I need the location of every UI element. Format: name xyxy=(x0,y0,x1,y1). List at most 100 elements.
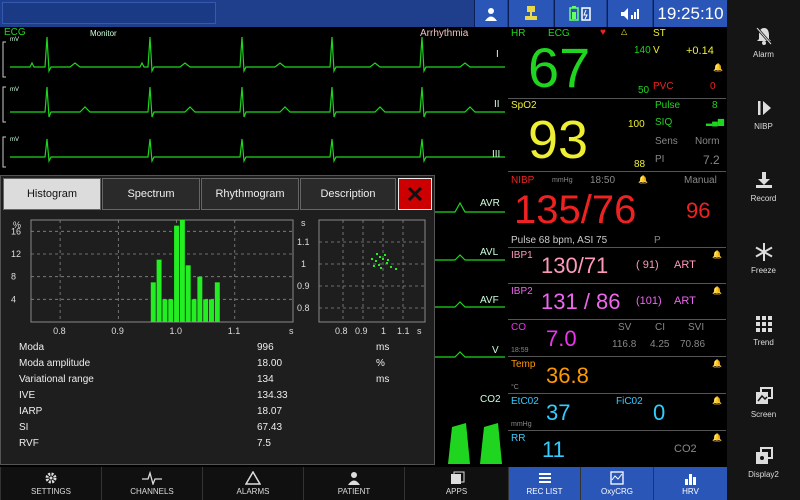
lead-v-label: V xyxy=(492,345,499,356)
stat-name: Variational range xyxy=(19,374,94,385)
ibp1-label: IBP1 xyxy=(511,250,533,261)
person-icon xyxy=(348,472,360,485)
histogram-bar xyxy=(150,282,156,322)
ibp2-bell-icon: 🔔 xyxy=(712,286,722,295)
ibp1-site: ART xyxy=(674,259,696,271)
st-bell-icon: 🔔 xyxy=(713,63,723,72)
stat-row: Variational range 134 ms xyxy=(19,374,419,390)
temp-label: Temp xyxy=(511,359,536,370)
patient-label: PATIENT xyxy=(337,487,371,496)
patient-info-field[interactable] xyxy=(2,2,216,24)
tab-histogram[interactable]: Histogram xyxy=(3,178,101,210)
channels-label: CHANNELS xyxy=(130,487,174,496)
etco2-bell-icon: 🔔 xyxy=(712,396,722,405)
stat-row: SI 67.43 xyxy=(19,422,419,438)
channels-button[interactable]: CHANNELS xyxy=(101,467,202,500)
temp-value: 36.8 xyxy=(546,363,589,388)
scatter-xtick: 0.8 xyxy=(335,326,348,336)
nibp-panel[interactable]: NIBP mmHg 18:50 🔔 Manual 135/76 96 Pulse… xyxy=(508,172,726,248)
histogram-xtick: 1.1 xyxy=(228,326,241,336)
stat-value: 18.00 xyxy=(257,358,283,369)
ci-label: CI xyxy=(655,322,665,333)
close-button[interactable] xyxy=(398,178,432,210)
histogram-bar xyxy=(191,299,197,322)
display2-button[interactable]: Display2 xyxy=(727,440,800,500)
nibp-label: NIBP xyxy=(754,122,773,131)
scale-bar xyxy=(2,136,6,168)
volume-button[interactable] xyxy=(607,0,652,27)
hr-panel[interactable]: HR ECG ♥ △ 67 140 50 ST V +0.14 🔔 PVC 0 xyxy=(508,27,726,99)
lead-ii-label: II xyxy=(494,99,500,110)
ecg-lead-i-wave xyxy=(10,36,505,74)
scatter-xtick: 0.9 xyxy=(355,326,368,336)
ibp1-mean: ( 91) xyxy=(636,259,659,271)
list-icon xyxy=(538,473,551,483)
pulse-label: Pulse xyxy=(655,100,681,111)
histogram-chart: 161284 0.8 0.9 1.0 1.1 % s xyxy=(11,219,294,336)
scatter-xtick: 1 xyxy=(381,326,386,336)
scatter-x-unit: s xyxy=(417,326,422,336)
oxycrg-label: OxyCRG xyxy=(601,487,633,496)
tab-rhythmogram[interactable]: Rhythmogram xyxy=(201,178,299,210)
co-panel[interactable]: CO 7.0 18:59 SV 116.8 CI 4.25 SVI 70.86 xyxy=(508,320,726,357)
screen-label: Screen xyxy=(750,410,777,419)
tab-description[interactable]: Description xyxy=(300,178,396,210)
patient-button[interactable] xyxy=(474,0,507,27)
alarm-label: Alarm xyxy=(753,50,774,59)
settings-button[interactable]: SETTINGS xyxy=(0,467,101,500)
alarms-button[interactable]: ALARMS xyxy=(202,467,303,500)
alarm-limit-icon: △ xyxy=(621,27,628,36)
tab-spectrum[interactable]: Spectrum xyxy=(102,178,200,210)
patient-menu-button[interactable]: PATIENT xyxy=(303,467,404,500)
ibp2-value: 131 / 86 xyxy=(541,289,621,314)
rr-panel[interactable]: RR 11 CO2 🔔 xyxy=(508,431,726,467)
stat-value: 134 xyxy=(257,374,274,385)
battery-status-button[interactable] xyxy=(554,0,606,27)
etco2-panel[interactable]: EtC02 mmHg 37 FiC02 0 🔔 xyxy=(508,394,726,431)
stat-name: Moda amplitude xyxy=(19,358,91,369)
fico2-value: 0 xyxy=(653,400,666,425)
scale-bar xyxy=(2,86,6,123)
oxycrg-button[interactable]: OxyCRG xyxy=(580,467,653,500)
svi-value: 70.86 xyxy=(680,339,706,350)
freeze-button[interactable]: Freeze xyxy=(727,236,800,296)
lead-avl-label: AVL xyxy=(480,247,499,258)
scatter-ytick: 1 xyxy=(301,259,306,269)
apps-button[interactable]: APPS xyxy=(404,467,508,500)
temp-panel[interactable]: Temp °C 36.8 🔔 xyxy=(508,357,726,394)
rr-label: RR xyxy=(511,433,526,444)
ibp2-panel[interactable]: IBP2 131 / 86 (101) ART 🔔 xyxy=(508,284,726,320)
network-status-button[interactable] xyxy=(508,0,553,27)
scattergram-frame xyxy=(318,219,426,323)
lead-avf-label: AVF xyxy=(480,295,499,306)
stat-row: Moda 996 ms xyxy=(19,342,419,358)
screen-button[interactable]: Screen xyxy=(727,380,800,440)
etco2-value: 37 xyxy=(546,400,571,425)
alarm-button[interactable]: Alarm xyxy=(727,20,800,80)
volume-icon xyxy=(621,7,639,20)
top-bar: 19:25:10 xyxy=(0,0,727,27)
hr-high-limit: 140 xyxy=(634,45,651,56)
hrv-button[interactable]: HRV xyxy=(653,467,727,500)
ecg-lead-iii-wave xyxy=(10,138,505,164)
screen-icon xyxy=(755,387,773,404)
spo2-panel[interactable]: SpO2 93 100 88 Pulse 8 SIQ ▂▄▆ Sens Norm… xyxy=(508,99,726,172)
person-icon xyxy=(485,7,497,21)
co2-wave xyxy=(448,423,502,464)
rec-list-button[interactable]: REC LIST xyxy=(508,467,580,500)
hrv-popup: Histogram Spectrum Rhythmogram Descripti… xyxy=(0,175,435,465)
ibp1-panel[interactable]: IBP1 130/71 ( 91) ART 🔔 xyxy=(508,248,726,284)
record-button[interactable]: Record xyxy=(727,164,800,224)
battery-icon xyxy=(568,5,591,21)
trend-button[interactable]: Trend xyxy=(727,308,800,368)
play-icon xyxy=(757,101,771,115)
rr-value: 11 xyxy=(542,437,565,462)
nibp-label: NIBP xyxy=(511,175,535,186)
nibp-button[interactable]: NIBP xyxy=(727,92,800,152)
hr-value: 67 xyxy=(528,36,591,99)
scatter-ytick: 1.1 xyxy=(297,237,310,247)
stat-name: SI xyxy=(19,422,29,433)
record-label: Record xyxy=(750,194,777,203)
close-icon xyxy=(408,187,422,201)
snowflake-icon xyxy=(755,243,772,261)
